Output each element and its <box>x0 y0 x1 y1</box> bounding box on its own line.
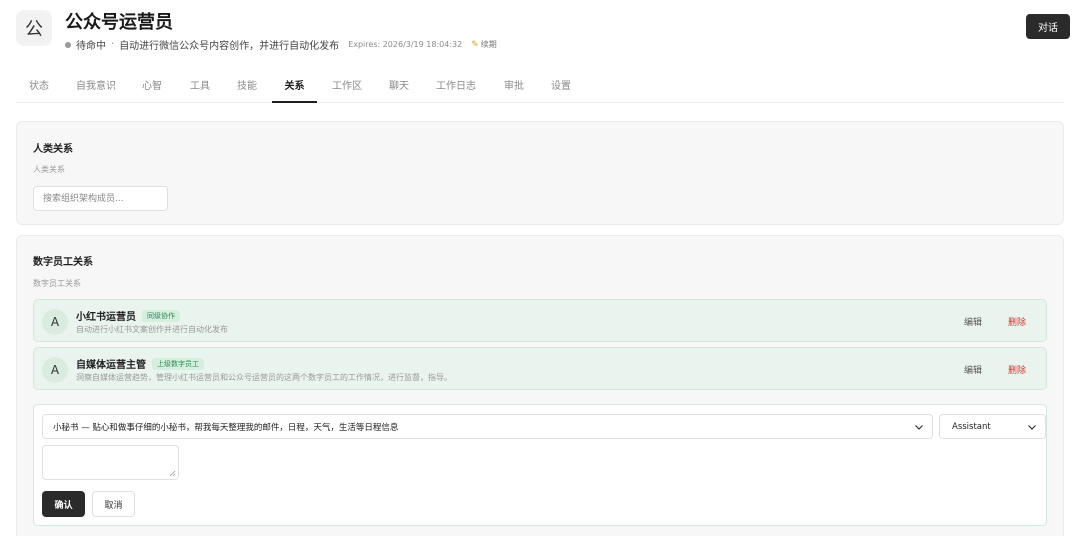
relation-name: 自媒体运营主管 <box>76 360 146 371</box>
relation-name: 小红书运营员 <box>76 312 136 323</box>
relation-badge: 上级数字员工 <box>152 357 204 370</box>
confirm-button[interactable]: 确认 <box>42 491 85 517</box>
role-select[interactable]: Assistant <box>939 414 1046 439</box>
agent-avatar-char: 公 <box>25 19 43 40</box>
tab-skills[interactable]: 技能 <box>237 70 257 103</box>
relation-row: A 自媒体运营主管 上级数字员工 洞察自媒体运营趋势，管理小红书运营员和公众号运… <box>33 347 1047 390</box>
org-member-search-input[interactable] <box>33 186 168 211</box>
agent-description: 自动进行微信公众号内容创作，并进行自动化发布 <box>119 41 340 52</box>
chevron-down-icon <box>1028 425 1036 430</box>
agent-header: 公 公众号运营员 待命中 · 自动进行微信公众号内容创作，并进行自动化发布 Ex… <box>16 8 1070 52</box>
human-relations-subtitle: 人类关系 <box>33 165 65 174</box>
status-text: 待命中 <box>76 41 106 52</box>
tab-relations[interactable]: 关系 <box>272 70 317 103</box>
pencil-icon: ✎ <box>471 39 479 50</box>
add-relation-form: 小秘书 — 贴心和做事仔细的小秘书，帮我每天整理我的邮件，日程，天气，生活等日程… <box>33 404 1047 526</box>
tab-self-awareness[interactable]: 自我意识 <box>76 70 116 103</box>
cancel-button[interactable]: 取消 <box>92 491 135 517</box>
renew-label: 续期 <box>480 40 497 49</box>
edit-relation-button[interactable]: 编辑 <box>964 315 982 328</box>
human-relations-card: 人类关系 人类关系 <box>16 121 1064 225</box>
separator: · <box>111 39 115 50</box>
human-relations-title: 人类关系 <box>33 144 73 155</box>
tab-status[interactable]: 状态 <box>29 70 49 103</box>
chevron-down-icon <box>915 425 923 430</box>
renew-link[interactable]: ✎ 续期 <box>471 39 497 50</box>
edit-relation-button[interactable]: 编辑 <box>964 363 982 376</box>
tab-approval[interactable]: 审批 <box>504 70 524 103</box>
agent-avatar: 公 <box>16 10 52 46</box>
status-dot-icon <box>65 41 71 48</box>
resize-handle-icon[interactable] <box>169 470 176 477</box>
relation-badge: 同级协作 <box>142 309 180 322</box>
delete-relation-button[interactable]: 删除 <box>1008 315 1026 328</box>
relation-description: 自动进行小红书文案创作并进行自动化发布 <box>76 325 228 334</box>
digital-relations-card: 数字员工关系 数字员工关系 A 小红书运营员 同级协作 自动进行小红书文案创作并… <box>16 235 1064 536</box>
tab-chat[interactable]: 聊天 <box>389 70 409 103</box>
agent-select-value: 小秘书 — 贴心和做事仔细的小秘书，帮我每天整理我的邮件，日程，天气，生活等日程… <box>53 422 399 433</box>
tab-settings[interactable]: 设置 <box>551 70 571 103</box>
tab-work-log[interactable]: 工作日志 <box>436 70 476 103</box>
digital-relations-title: 数字员工关系 <box>33 257 93 268</box>
agent-subline: 待命中 · 自动进行微信公众号内容创作，并进行自动化发布 Expires: 20… <box>65 37 497 52</box>
tab-mind[interactable]: 心智 <box>142 70 162 103</box>
avatar: A <box>42 309 68 335</box>
page-title: 公众号运营员 <box>65 12 173 33</box>
tab-tools[interactable]: 工具 <box>190 70 210 103</box>
relation-description: 洞察自媒体运营趋势，管理小红书运营员和公众号运营员的这两个数字员工的工作情况，进… <box>76 373 452 382</box>
relation-name-line: 小红书运营员 同级协作 <box>76 308 180 323</box>
relation-name-line: 自媒体运营主管 上级数字员工 <box>76 356 204 371</box>
tab-bar: 状态 自我意识 心智 工具 技能 关系 工作区 聊天 工作日志 审批 设置 <box>16 70 1064 103</box>
avatar: A <box>42 357 68 383</box>
chat-button[interactable]: 对话 <box>1026 14 1070 39</box>
relation-row: A 小红书运营员 同级协作 自动进行小红书文案创作并进行自动化发布 编辑 删除 <box>33 299 1047 342</box>
agent-select[interactable]: 小秘书 — 贴心和做事仔细的小秘书，帮我每天整理我的邮件，日程，天气，生活等日程… <box>42 414 933 439</box>
expires-text: Expires: 2026/3/19 18:04:32 <box>348 40 463 49</box>
tab-workspace[interactable]: 工作区 <box>332 70 362 103</box>
role-select-value: Assistant <box>952 421 991 432</box>
delete-relation-button[interactable]: 删除 <box>1008 363 1026 376</box>
digital-relations-subtitle: 数字员工关系 <box>33 279 81 288</box>
relation-note-textarea[interactable] <box>42 445 179 480</box>
